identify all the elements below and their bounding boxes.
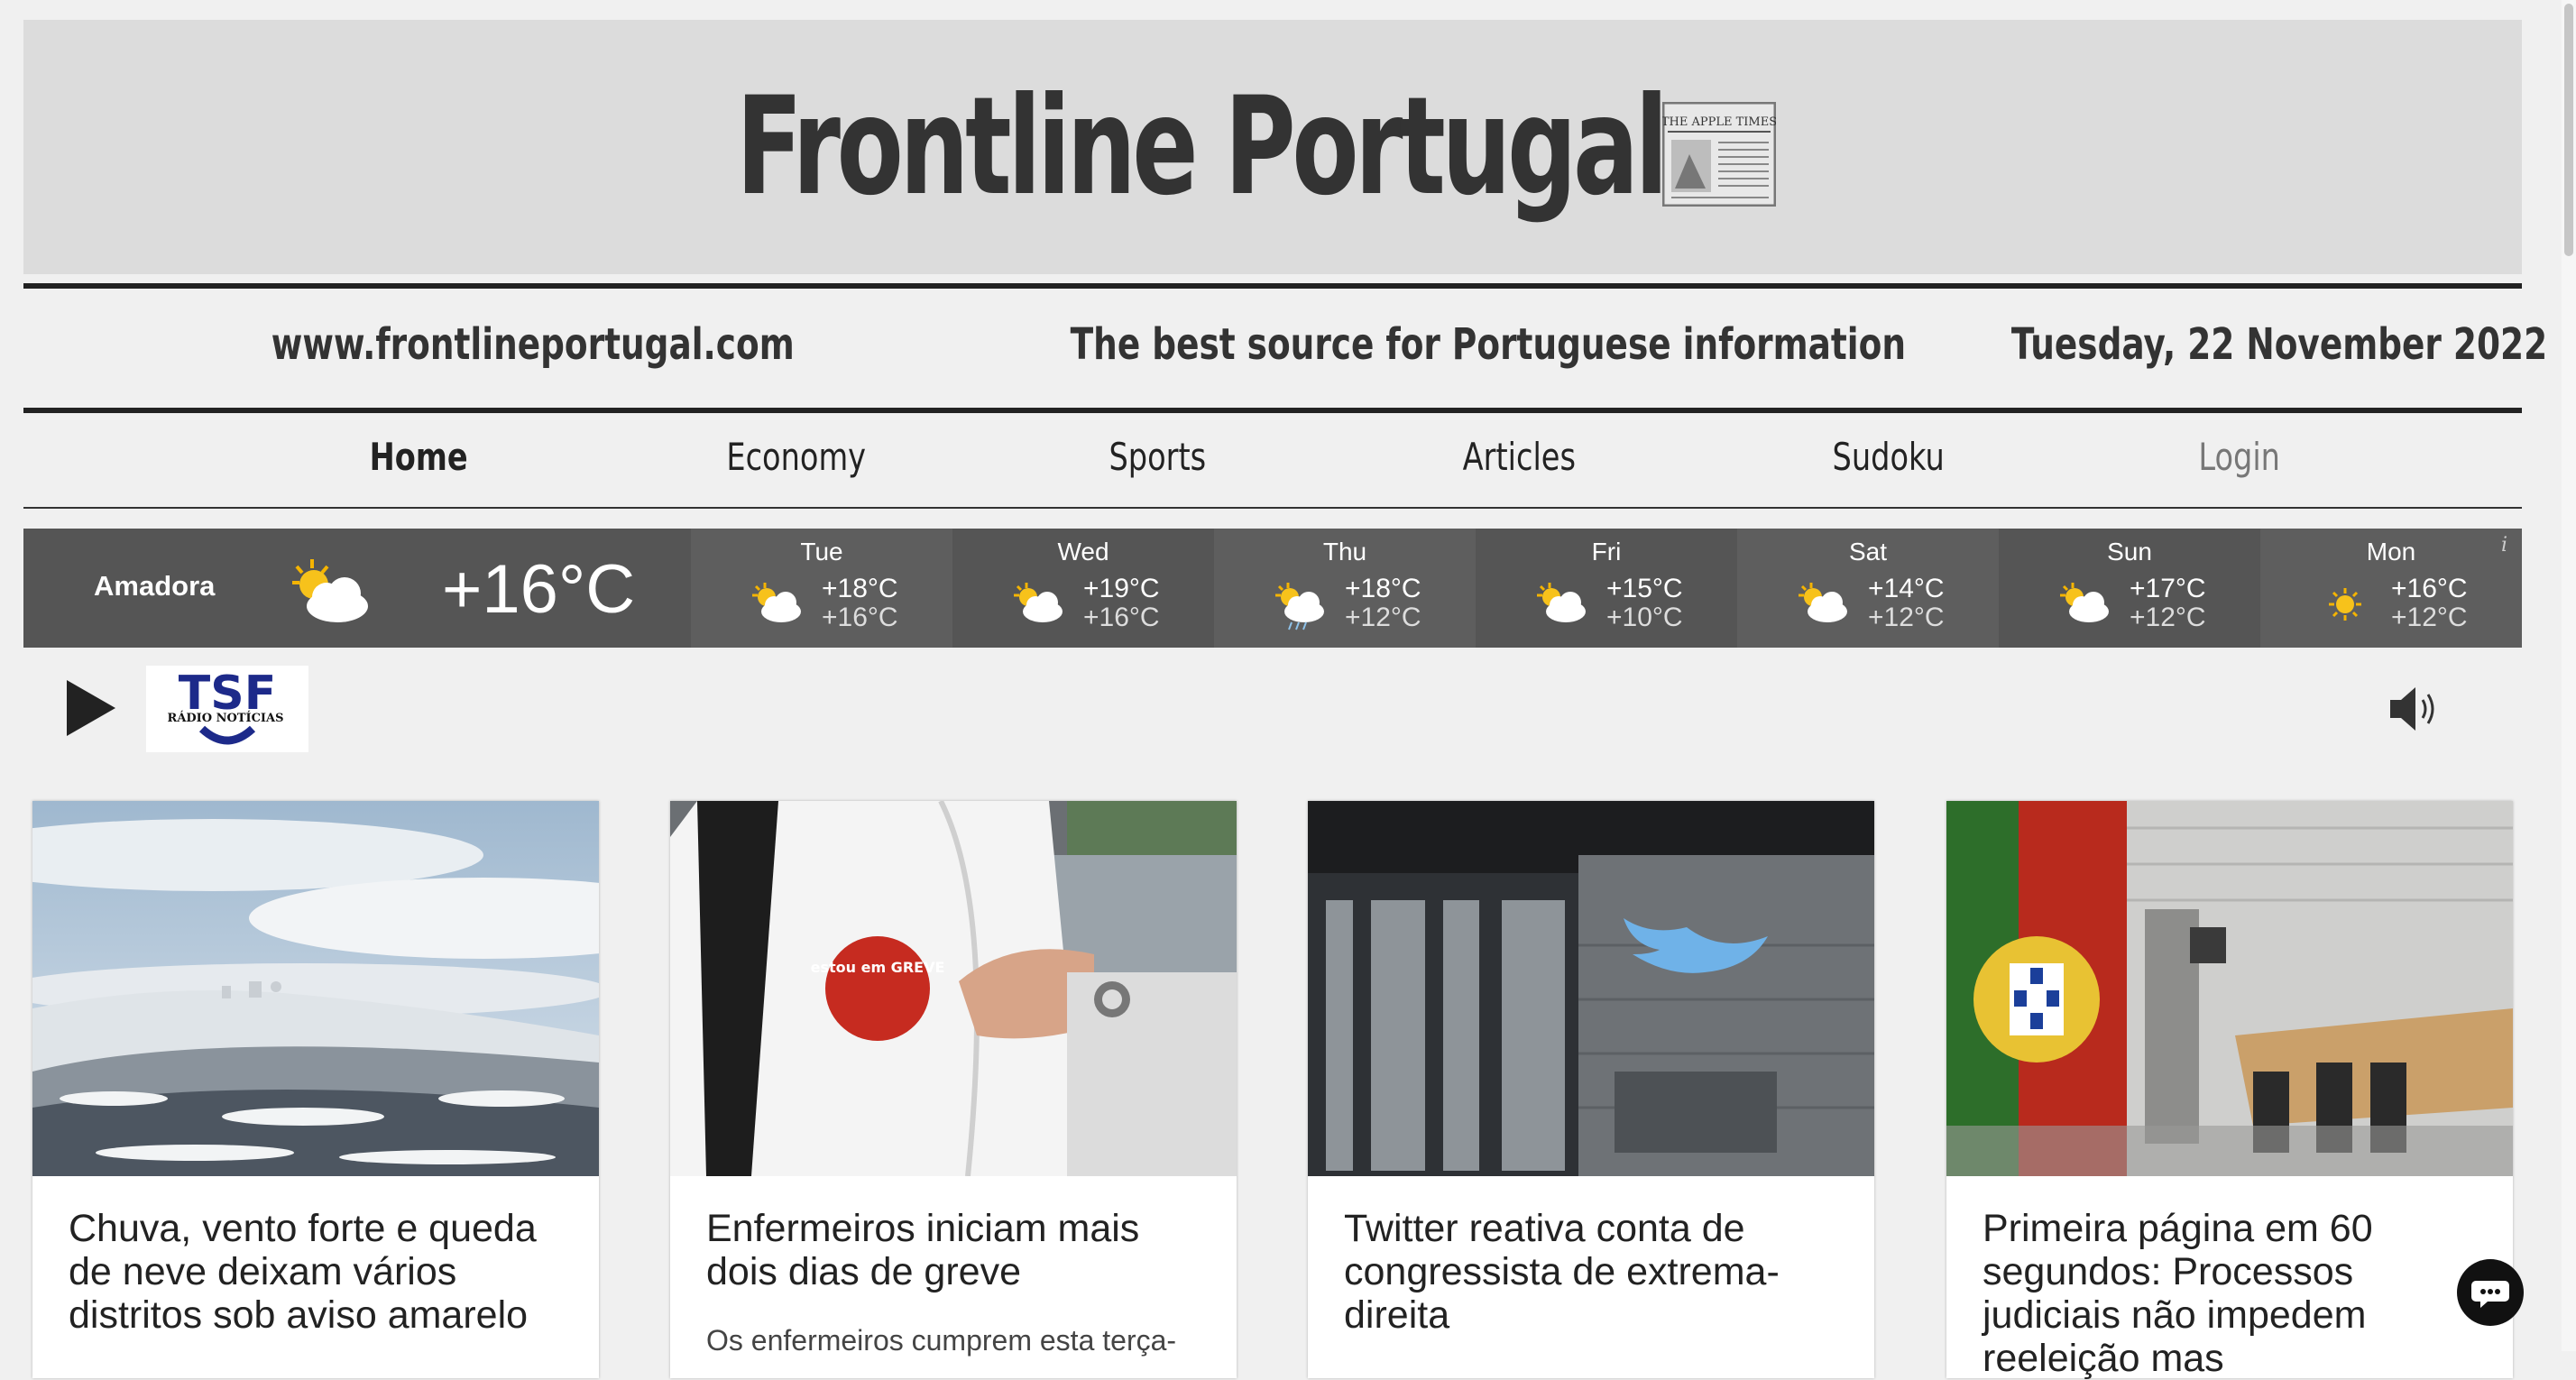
weather-day-low: +12°C [2130, 603, 2206, 632]
weather-current-temp: +16°C [442, 551, 636, 628]
weather-day-low: +12°C [1868, 603, 1945, 632]
weather-day-name: Wed [1057, 538, 1109, 566]
nav-economy[interactable]: Economy [726, 435, 866, 479]
newspaper-icon-text: THE APPLE TIMES [1662, 115, 1776, 129]
article-excerpt: Os enfermeiros cumprem esta terça- [706, 1324, 1177, 1357]
weather-day-low: +12°C [2391, 603, 2468, 632]
weather-widget[interactable]: Amadora +16°C Tue +18°C +16°C Wed +19°C … [23, 529, 2522, 648]
tagline: The best source for Portuguese informati… [1070, 319, 1907, 370]
weather-day-low: +16°C [1083, 603, 1160, 632]
partly-cloudy-icon [1799, 583, 1847, 622]
weather-day-sat: Sat +14°C +12°C [1737, 529, 1999, 648]
current-date: Tuesday, 22 November 2022 [2010, 319, 2548, 370]
tsf-logo[interactable]: TSF RÁDIO NOTÍCIAS [146, 666, 308, 752]
weather-day-mon: Mon +16°C +12°C [2260, 529, 2522, 648]
radio-player: TSF RÁDIO NOTÍCIAS [23, 658, 2522, 758]
newspaper-icon: THE APPLE TIMES [1662, 102, 1776, 207]
main-nav: Home Economy Sports Articles Sudoku Logi… [23, 415, 2522, 505]
weather-day-name: Mon [2366, 538, 2416, 566]
partly-cloudy-icon [1014, 583, 1063, 622]
partly-cloudy-icon [752, 583, 801, 622]
weather-day-name: Fri [1591, 538, 1622, 566]
middle-rule [23, 408, 2522, 413]
chat-button[interactable] [2457, 1259, 2524, 1326]
site-url[interactable]: www.frontlineportugal.com [271, 319, 795, 370]
weather-current: Amadora +16°C [23, 529, 691, 648]
weather-day-sun: Sun +17°C +12°C [1999, 529, 2260, 648]
nav-sudoku[interactable]: Sudoku [1833, 435, 1945, 479]
weather-city: Amadora [94, 570, 216, 602]
weather-day-high: +14°C [1868, 574, 1945, 603]
weather-day-name: Sat [1848, 538, 1888, 566]
weather-day-low: +10°C [1606, 603, 1683, 632]
weather-day-name: Tue [800, 538, 843, 566]
site-title[interactable]: Frontline Portugal [736, 69, 1669, 225]
partly-cloudy-icon [2060, 583, 2109, 622]
sun-icon [2329, 588, 2361, 621]
weather-day-high: +15°C [1606, 574, 1683, 603]
article-title[interactable]: Primeira página em 60 segundos: Processo… [1983, 1207, 2488, 1380]
masthead: Frontline Portugal [23, 20, 2522, 274]
weather-day-tue: Tue +18°C +16°C [691, 529, 952, 648]
article-card[interactable]: estou em GREVE Enfermeiros iniciam mais … [670, 801, 1237, 1378]
article-card[interactable]: Primeira página em 60 segundos: Processo… [1946, 801, 2513, 1380]
article-card[interactable]: Chuva, vento forte e queda de neve deixa… [32, 801, 599, 1378]
nav-home[interactable]: Home [370, 435, 468, 479]
rain-cloud-icon [1275, 583, 1324, 630]
weather-day-high: +18°C [822, 574, 898, 603]
nav-rule [23, 507, 2522, 509]
weather-day-wed: Wed +19°C +16°C [952, 529, 1214, 648]
nav-login[interactable]: Login [2198, 435, 2280, 479]
weather-day-low: +16°C [822, 603, 898, 632]
weather-day-high: +19°C [1083, 574, 1160, 603]
nav-articles[interactable]: Articles [1463, 435, 1576, 479]
scrollbar-thumb[interactable] [2564, 4, 2573, 256]
chat-icon [2471, 1281, 2509, 1308]
snowy-landscape-image[interactable] [32, 801, 599, 1176]
speaker-icon[interactable] [2387, 684, 2441, 734]
weather-day-low: +12°C [1345, 603, 1421, 632]
article-title[interactable]: Twitter reativa conta de congressista de… [1344, 1207, 1849, 1337]
weather-day-thu: Thu +18°C +12°C [1214, 529, 1476, 648]
weather-day-high: +16°C [2391, 574, 2468, 603]
weather-day-name: Sun [2107, 538, 2152, 566]
courtroom-flag-image[interactable] [1946, 801, 2513, 1176]
weather-day-high: +17°C [2130, 574, 2206, 603]
weather-day-fri: Fri +15°C +10°C [1476, 529, 1737, 648]
article-card[interactable]: Twitter reativa conta de congressista de… [1308, 801, 1874, 1378]
nurse-strike-image[interactable]: estou em GREVE [670, 801, 1237, 1176]
article-title[interactable]: Enfermeiros iniciam mais dois dias de gr… [706, 1207, 1211, 1293]
partly-cloudy-icon [292, 559, 368, 622]
nav-sports[interactable]: Sports [1109, 435, 1206, 479]
weather-info-icon[interactable]: i [2501, 534, 2507, 557]
info-bar: www.frontlineportugal.com The best sourc… [23, 289, 2547, 406]
strike-badge-text: estou em GREVE [811, 959, 945, 976]
partly-cloudy-icon [1537, 583, 1586, 622]
twitter-building-image[interactable] [1308, 801, 1874, 1176]
weather-day-name: Thu [1322, 538, 1367, 566]
play-icon[interactable] [60, 676, 123, 740]
tsf-logo-subtext: RÁDIO NOTÍCIAS [168, 711, 284, 725]
weather-day-high: +18°C [1345, 574, 1421, 603]
article-title[interactable]: Chuva, vento forte e queda de neve deixa… [69, 1207, 574, 1337]
